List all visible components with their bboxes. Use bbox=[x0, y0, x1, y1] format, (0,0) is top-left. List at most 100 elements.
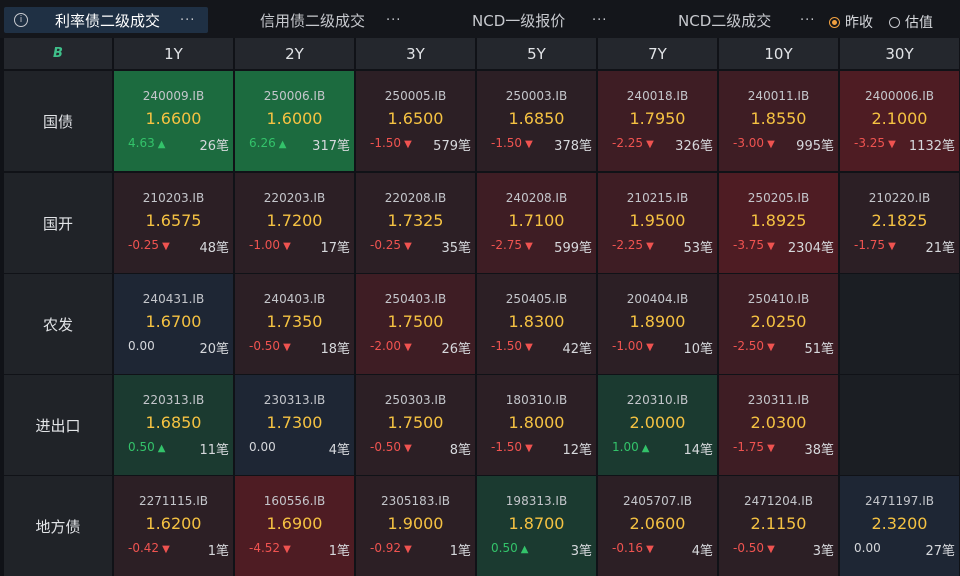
bond-quote-cell[interactable]: 220313.IB 1.6850 0.50 ▲ 11笔 bbox=[114, 375, 233, 475]
trade-count: 4笔 bbox=[691, 544, 713, 559]
bond-quote-cell[interactable]: 160556.IB 1.6900 -4.52 ▼ 1笔 bbox=[235, 476, 354, 576]
more-icon[interactable]: ··· bbox=[592, 13, 607, 28]
change-bp: -1.00 ▼ bbox=[612, 339, 654, 353]
change-bp: 1.00 ▲ bbox=[612, 440, 649, 454]
bond-quote-cell[interactable]: 250205.IB 1.8925 -3.75 ▼ 2304笔 bbox=[719, 173, 838, 273]
bond-code: 210215.IB bbox=[626, 191, 689, 205]
bond-quote-cell[interactable]: 2400006.IB 2.1000 -3.25 ▼ 1132笔 bbox=[840, 71, 959, 171]
bond-quote-cell[interactable]: 2305183.IB 1.9000 -0.92 ▼ 1笔 bbox=[356, 476, 475, 576]
bond-quote-cell[interactable]: 220208.IB 1.7325 -0.25 ▼ 35笔 bbox=[356, 173, 475, 273]
bond-type-label: 地方债 bbox=[4, 476, 112, 576]
change-bp: 4.63 ▲ bbox=[128, 136, 165, 150]
bond-quote-cell[interactable]: 2271115.IB 1.6200 -0.42 ▼ 1笔 bbox=[114, 476, 233, 576]
tenor-header[interactable]: 7Y bbox=[598, 38, 717, 69]
yield-value: 1.6600 bbox=[145, 109, 202, 128]
arrow-down-icon: ▼ bbox=[646, 544, 654, 555]
bond-quote-cell[interactable]: 250403.IB 1.7500 -2.00 ▼ 26笔 bbox=[356, 274, 475, 374]
arrow-down-icon: ▼ bbox=[162, 241, 170, 252]
change-bp: -0.16 ▼ bbox=[612, 541, 654, 555]
change-value: -1.75 bbox=[854, 238, 886, 252]
bond-quote-cell[interactable]: 250410.IB 2.0250 -2.50 ▼ 51笔 bbox=[719, 274, 838, 374]
tenor-header[interactable]: 1Y bbox=[114, 38, 233, 69]
arrow-up-icon: ▲ bbox=[157, 139, 166, 150]
tenor-header[interactable]: 30Y bbox=[840, 38, 959, 69]
trade-count: 26笔 bbox=[441, 342, 471, 357]
tab-ncd-primary-quote[interactable]: NCD一级报价 ··· bbox=[420, 7, 616, 33]
change-value: -3.00 bbox=[733, 136, 765, 150]
radio-label: 昨收 bbox=[845, 15, 873, 31]
bond-quote-cell[interactable]: 220203.IB 1.7200 -1.00 ▼ 17笔 bbox=[235, 173, 354, 273]
arrow-down-icon: ▼ bbox=[525, 443, 533, 454]
change-bp: -3.00 ▼ bbox=[733, 136, 775, 150]
radio-valuation[interactable]: 估值 bbox=[889, 12, 933, 32]
change-value: -1.50 bbox=[491, 440, 523, 454]
bond-quote-cell[interactable]: 220310.IB 2.0000 1.00 ▲ 14笔 bbox=[598, 375, 717, 475]
tenor-header[interactable]: 3Y bbox=[356, 38, 475, 69]
bond-code: 180310.IB bbox=[505, 393, 568, 407]
bond-quote-cell[interactable]: 240208.IB 1.7100 -2.75 ▼ 599笔 bbox=[477, 173, 596, 273]
tab-ncd-secondary[interactable]: NCD二级成交 ··· bbox=[624, 7, 820, 33]
tenor-header[interactable]: 2Y bbox=[235, 38, 354, 69]
bond-quote-cell[interactable]: 240011.IB 1.8550 -3.00 ▼ 995笔 bbox=[719, 71, 838, 171]
bond-quote-cell[interactable]: 210203.IB 1.6575 -0.25 ▼ 48笔 bbox=[114, 173, 233, 273]
change-value: -0.92 bbox=[370, 541, 402, 555]
bond-quote-cell[interactable]: 198313.IB 1.8700 0.50 ▲ 3笔 bbox=[477, 476, 596, 576]
arrow-down-icon: ▼ bbox=[283, 544, 291, 555]
change-bp: 0.00 bbox=[249, 440, 276, 454]
radio-prev-close[interactable]: 昨收 bbox=[829, 12, 873, 32]
tenor-header[interactable]: 10Y bbox=[719, 38, 838, 69]
tenor-header[interactable]: 5Y bbox=[477, 38, 596, 69]
bond-quote-cell[interactable]: 210215.IB 1.9500 -2.25 ▼ 53笔 bbox=[598, 173, 717, 273]
bond-quote-cell[interactable]: 250005.IB 1.6500 -1.50 ▼ 579笔 bbox=[356, 71, 475, 171]
change-bp: -2.25 ▼ bbox=[612, 136, 654, 150]
more-icon[interactable]: ··· bbox=[800, 13, 815, 28]
bond-quote-cell[interactable]: 240018.IB 1.7950 -2.25 ▼ 326笔 bbox=[598, 71, 717, 171]
arrow-down-icon: ▼ bbox=[646, 139, 654, 150]
yield-value: 1.7300 bbox=[266, 413, 323, 432]
bond-quote-cell[interactable]: 250006.IB 1.6000 6.26 ▲ 317笔 bbox=[235, 71, 354, 171]
change-bp: -0.50 ▼ bbox=[733, 541, 775, 555]
yield-value: 1.9000 bbox=[387, 514, 444, 533]
yield-value: 1.7200 bbox=[266, 211, 323, 230]
more-icon[interactable]: ··· bbox=[180, 13, 195, 28]
tab-rate-bond-secondary[interactable]: i 利率债二级成交 ··· bbox=[4, 7, 208, 33]
bond-quote-cell[interactable]: 2471197.IB 2.3200 0.00 27笔 bbox=[840, 476, 959, 576]
bond-quote-cell[interactable]: 240431.IB 1.6700 0.00 20笔 bbox=[114, 274, 233, 374]
bond-quote-cell[interactable]: 180310.IB 1.8000 -1.50 ▼ 12笔 bbox=[477, 375, 596, 475]
arrow-down-icon: ▼ bbox=[283, 241, 291, 252]
arrow-down-icon: ▼ bbox=[404, 139, 412, 150]
bond-quote-cell[interactable]: 250003.IB 1.6850 -1.50 ▼ 378笔 bbox=[477, 71, 596, 171]
bond-quote-cell[interactable]: 240403.IB 1.7350 -0.50 ▼ 18笔 bbox=[235, 274, 354, 374]
trade-count: 17笔 bbox=[320, 241, 350, 256]
bond-code: 250410.IB bbox=[747, 292, 810, 306]
bond-quote-cell[interactable]: 250405.IB 1.8300 -1.50 ▼ 42笔 bbox=[477, 274, 596, 374]
bond-code: 250303.IB bbox=[384, 393, 447, 407]
bond-quote-cell[interactable]: 240009.IB 1.6600 4.63 ▲ 26笔 bbox=[114, 71, 233, 171]
yield-value: 2.0250 bbox=[750, 312, 807, 331]
trade-count: 326笔 bbox=[675, 139, 713, 154]
bond-quote-cell[interactable]: 230313.IB 1.7300 0.00 4笔 bbox=[235, 375, 354, 475]
info-icon[interactable]: i bbox=[14, 13, 28, 27]
bond-quote-cell[interactable]: 2471204.IB 2.1150 -0.50 ▼ 3笔 bbox=[719, 476, 838, 576]
bond-quote-cell[interactable]: 2405707.IB 2.0600 -0.16 ▼ 4笔 bbox=[598, 476, 717, 576]
yield-value: 2.1000 bbox=[871, 109, 928, 128]
trade-count: 1笔 bbox=[207, 544, 229, 559]
trade-count: 20笔 bbox=[199, 342, 229, 357]
bond-quote-cell[interactable]: 200404.IB 1.8900 -1.00 ▼ 10笔 bbox=[598, 274, 717, 374]
bond-quote-cell[interactable]: 210220.IB 2.1825 -1.75 ▼ 21笔 bbox=[840, 173, 959, 273]
bond-quote-cell[interactable]: 250303.IB 1.7500 -0.50 ▼ 8笔 bbox=[356, 375, 475, 475]
bond-code: 2271115.IB bbox=[138, 494, 209, 508]
arrow-down-icon: ▼ bbox=[767, 139, 775, 150]
trade-count: 18笔 bbox=[320, 342, 350, 357]
arrow-down-icon: ▼ bbox=[162, 544, 170, 555]
bond-code: 240011.IB bbox=[747, 89, 810, 103]
tab-credit-bond-secondary[interactable]: 信用债二级成交 ··· bbox=[216, 7, 412, 33]
change-bp: -1.00 ▼ bbox=[249, 238, 291, 252]
bond-quote-cell[interactable]: 230311.IB 2.0300 -1.75 ▼ 38笔 bbox=[719, 375, 838, 475]
yield-value: 1.7500 bbox=[387, 413, 444, 432]
bond-code: 2471204.IB bbox=[743, 494, 814, 508]
change-bp: -1.75 ▼ bbox=[854, 238, 896, 252]
trade-count: 21笔 bbox=[925, 241, 955, 256]
more-icon[interactable]: ··· bbox=[386, 13, 401, 28]
change-bp: -3.75 ▼ bbox=[733, 238, 775, 252]
